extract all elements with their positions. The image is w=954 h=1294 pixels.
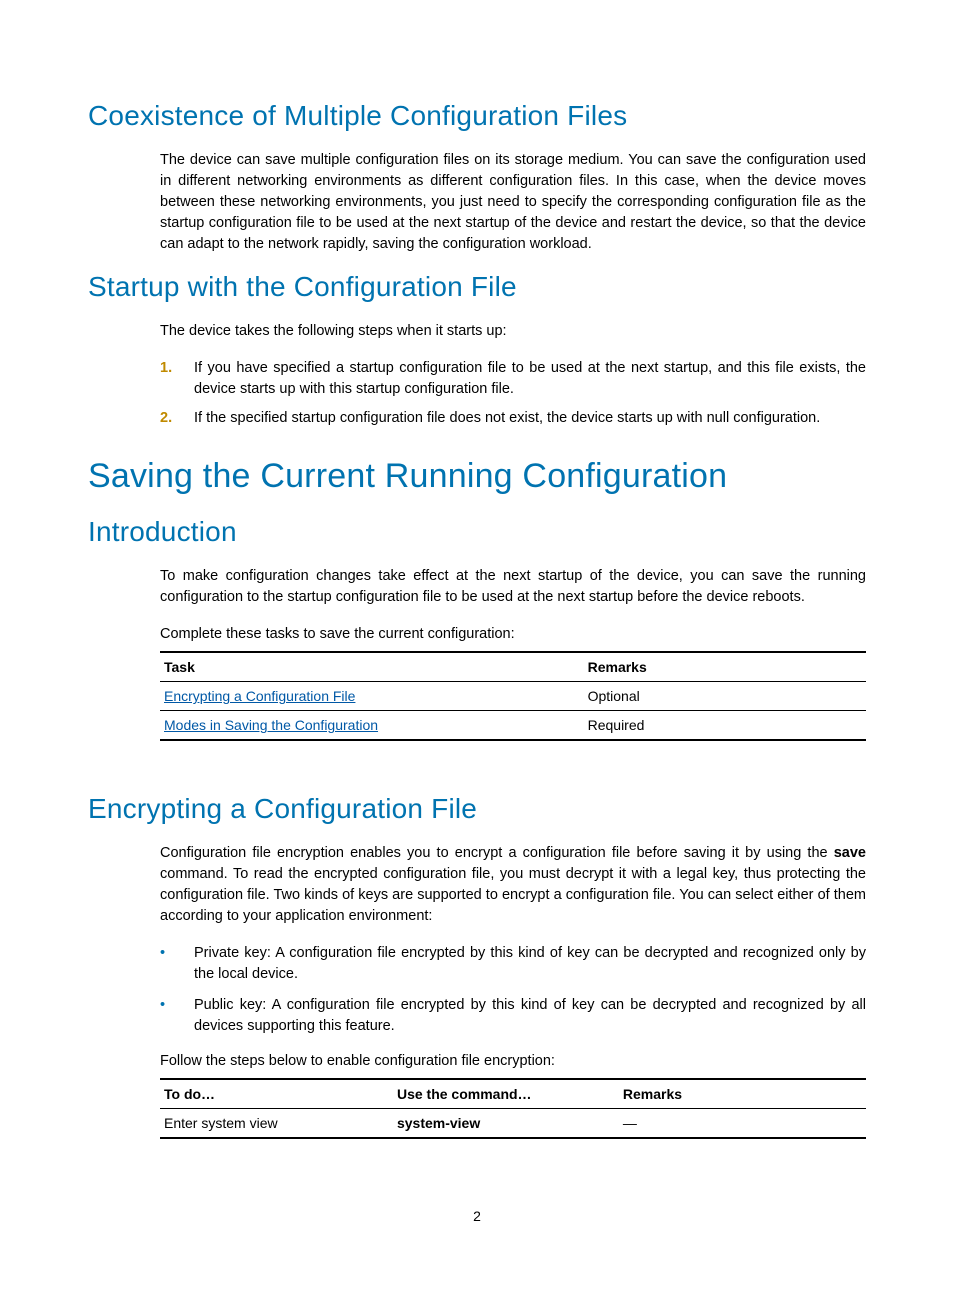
heading-coexistence: Coexistence of Multiple Configuration Fi… <box>88 100 866 132</box>
para-encrypting: Configuration file encryption enables yo… <box>160 843 866 927</box>
page-number: 2 <box>0 1208 954 1224</box>
heading-startup: Startup with the Configuration File <box>88 271 866 303</box>
table-row: Modes in Saving the Configuration Requir… <box>160 711 866 741</box>
table-header-todo: To do… <box>160 1079 393 1109</box>
table-row: Encrypting a Configuration File Optional <box>160 682 866 711</box>
table-header-remarks: Remarks <box>584 652 866 682</box>
text-fragment: command. To read the encrypted configura… <box>160 866 866 924</box>
list-text: If you have specified a startup configur… <box>194 358 866 400</box>
key-types-list: • Private key: A configuration file encr… <box>160 943 866 1037</box>
command-table: To do… Use the command… Remarks Enter sy… <box>160 1078 866 1139</box>
heading-saving: Saving the Current Running Configuration <box>88 457 866 496</box>
para-introduction: To make configuration changes take effec… <box>160 566 866 608</box>
list-text: If the specified startup configuration f… <box>194 408 866 429</box>
list-text: Public key: A configuration file encrypt… <box>194 995 866 1037</box>
table-row: Enter system view system-view — <box>160 1109 866 1139</box>
para-coexistence: The device can save multiple configurati… <box>160 150 866 255</box>
list-item: • Private key: A configuration file encr… <box>160 943 866 985</box>
bullet-icon: • <box>160 943 170 985</box>
table-header-remarks: Remarks <box>619 1079 866 1109</box>
para-task-table-intro: Complete these tasks to save the current… <box>160 624 866 645</box>
table-cell-remarks: Optional <box>584 682 866 711</box>
table-cell-remarks: Required <box>584 711 866 741</box>
document-page: Coexistence of Multiple Configuration Fi… <box>0 0 954 1139</box>
table-header-command: Use the command… <box>393 1079 619 1109</box>
list-item: • Public key: A configuration file encry… <box>160 995 866 1037</box>
bold-save-command: save <box>834 845 866 861</box>
para-cmd-table-intro: Follow the steps below to enable configu… <box>160 1051 866 1072</box>
text-fragment: Configuration file encryption enables yo… <box>160 845 834 861</box>
list-text: Private key: A configuration file encryp… <box>194 943 866 985</box>
bullet-icon: • <box>160 995 170 1037</box>
startup-steps-list: 1. If you have specified a startup confi… <box>160 358 866 429</box>
table-cell-command: system-view <box>393 1109 619 1139</box>
heading-introduction: Introduction <box>88 516 866 548</box>
list-number: 1. <box>160 358 174 400</box>
list-number: 2. <box>160 408 174 429</box>
link-modes-saving[interactable]: Modes in Saving the Configuration <box>164 717 378 733</box>
heading-encrypting: Encrypting a Configuration File <box>88 793 866 825</box>
list-item: 1. If you have specified a startup confi… <box>160 358 866 400</box>
para-startup-intro: The device takes the following steps whe… <box>160 321 866 342</box>
list-item: 2. If the specified startup configuratio… <box>160 408 866 429</box>
table-header-task: Task <box>160 652 584 682</box>
table-cell-todo: Enter system view <box>160 1109 393 1139</box>
task-table: Task Remarks Encrypting a Configuration … <box>160 651 866 741</box>
link-encrypting-config[interactable]: Encrypting a Configuration File <box>164 688 355 704</box>
table-cell-remarks: — <box>619 1109 866 1139</box>
